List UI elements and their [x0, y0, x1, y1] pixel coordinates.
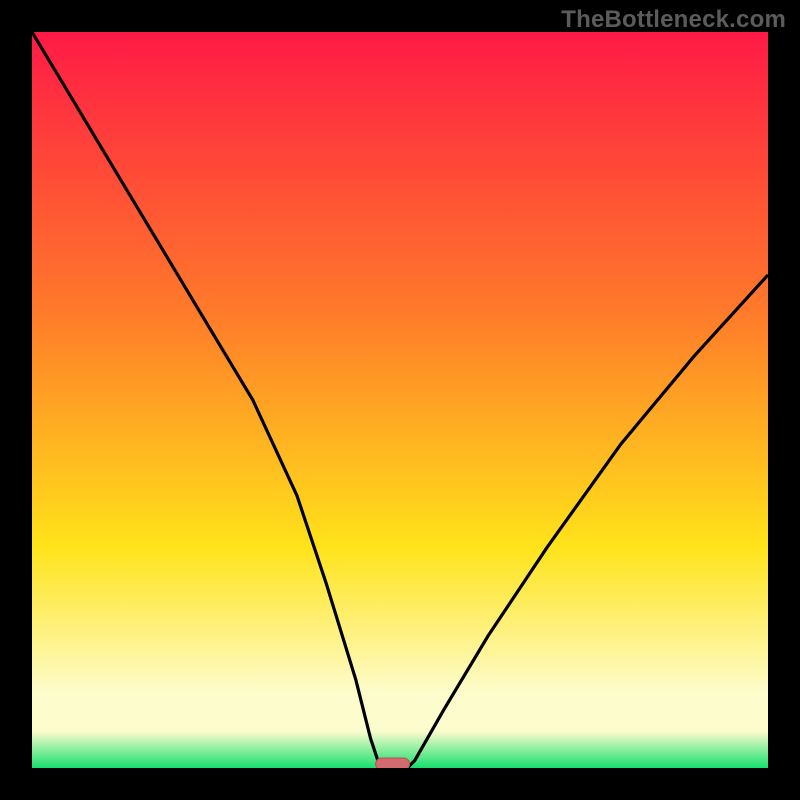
plot-area — [32, 32, 768, 768]
chart-frame: TheBottleneck.com — [0, 0, 800, 800]
bottleneck-chart — [32, 32, 768, 768]
watermark-text: TheBottleneck.com — [561, 6, 786, 34]
optimal-marker — [376, 758, 410, 768]
